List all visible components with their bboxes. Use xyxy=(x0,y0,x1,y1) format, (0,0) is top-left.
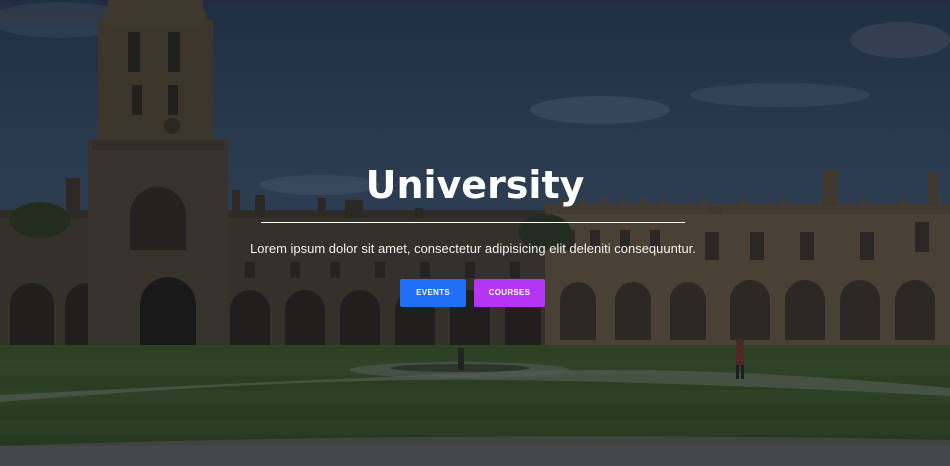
courses-button[interactable]: COURSES xyxy=(474,279,545,307)
events-button[interactable]: EVENTS xyxy=(400,279,466,307)
title-divider xyxy=(261,222,685,223)
hero-section: University Lorem ipsum dolor sit amet, c… xyxy=(0,0,950,466)
hero-content: University Lorem ipsum dolor sit amet, c… xyxy=(0,0,950,466)
hero-title: University xyxy=(365,163,585,207)
hero-subtitle: Lorem ipsum dolor sit amet, consectetur … xyxy=(250,241,696,256)
